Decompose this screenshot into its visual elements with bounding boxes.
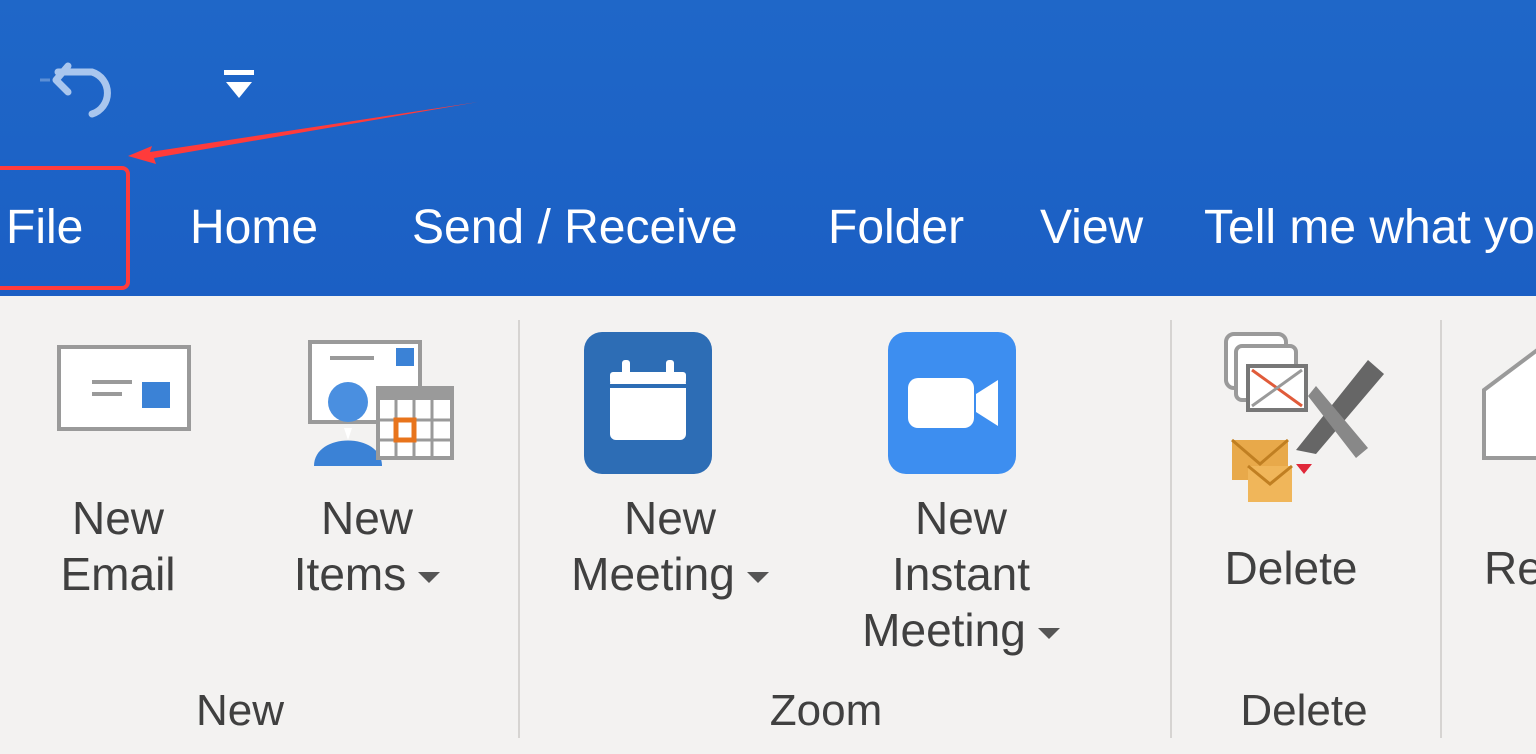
new-meeting-button[interactable]: New Meeting xyxy=(540,490,800,602)
new-email-icon xyxy=(56,344,192,439)
undo-icon xyxy=(0,62,111,118)
partial-command-button[interactable]: Re xyxy=(1484,540,1536,596)
group-separator xyxy=(1170,320,1172,738)
tab-send-receive[interactable]: Send / Receive xyxy=(412,196,738,260)
group-label-zoom: Zoom xyxy=(769,686,883,735)
delete-button[interactable]: Delete xyxy=(1196,540,1386,596)
group-separator xyxy=(518,320,520,738)
tab-folder[interactable]: Folder xyxy=(828,196,964,260)
title-bar: File Home Send / Receive Folder View Tel… xyxy=(0,0,1536,296)
new-items-label-1: New xyxy=(320,492,414,544)
annotation-highlight-box xyxy=(0,166,130,290)
new-items-button[interactable]: New Items xyxy=(262,490,472,602)
new-meeting-label-1: New xyxy=(623,492,717,544)
group-separator xyxy=(1440,320,1442,738)
new-items-label-2: Items xyxy=(293,548,407,600)
customize-quick-access-button[interactable] xyxy=(208,60,268,110)
chevron-down-icon xyxy=(418,572,441,584)
group-label-delete: Delete xyxy=(1240,686,1368,735)
chevron-down-icon xyxy=(746,572,769,584)
video-camera-icon xyxy=(888,332,1016,479)
undo-button[interactable] xyxy=(0,46,130,122)
tab-view[interactable]: View xyxy=(1040,196,1143,260)
partial-command-label: Re xyxy=(1484,542,1536,594)
tell-me-search[interactable]: Tell me what yo xyxy=(1204,196,1535,260)
delete-label: Delete xyxy=(1224,542,1358,594)
calendar-icon xyxy=(584,332,712,479)
group-label-new: New xyxy=(195,686,285,735)
new-email-label-1: New xyxy=(71,492,165,544)
new-instant-meeting-label-2: Instant xyxy=(891,548,1031,600)
new-email-label-2: Email xyxy=(60,548,176,600)
chevron-down-icon xyxy=(1037,628,1060,640)
new-instant-meeting-button[interactable]: New Instant Meeting xyxy=(836,490,1086,658)
delete-icon xyxy=(1218,330,1388,515)
tab-home[interactable]: Home xyxy=(190,196,318,260)
envelope-open-icon xyxy=(1480,344,1536,467)
customize-quick-access-icon xyxy=(224,70,254,98)
new-email-button[interactable]: New Email xyxy=(28,490,208,602)
ribbon: New Email New Items New New Meeting New … xyxy=(0,296,1536,754)
new-items-icon xyxy=(304,336,456,471)
new-instant-meeting-label-3: Meeting xyxy=(862,604,1026,656)
new-meeting-label-2: Meeting xyxy=(571,548,735,600)
new-instant-meeting-label-1: New xyxy=(914,492,1008,544)
